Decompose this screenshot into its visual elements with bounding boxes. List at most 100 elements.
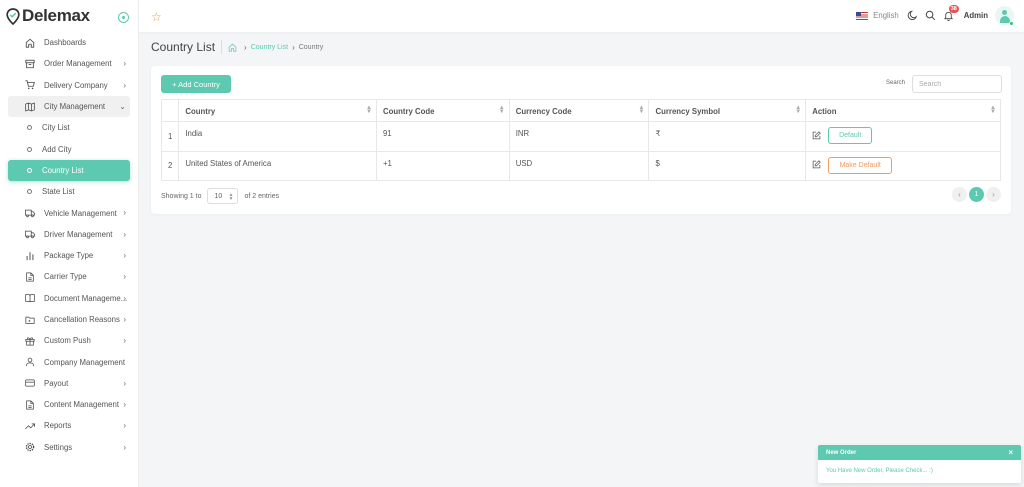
cell-country: India: [178, 121, 377, 152]
sidebar-item-cancellation-reasons[interactable]: Cancellation Reasons ›: [8, 309, 130, 330]
header-action[interactable]: Action ▲ ▼: [805, 99, 1001, 122]
sidebar-item-label: Cancellation Reasons: [44, 315, 120, 324]
gear-icon: [24, 442, 35, 453]
star-icon[interactable]: ☆: [151, 10, 162, 24]
book-icon: [24, 293, 35, 304]
circle-icon: [27, 167, 32, 173]
sidebar-item-state-list[interactable]: State List: [8, 181, 130, 202]
sidebar-item-payout[interactable]: Payout ›: [8, 373, 130, 394]
cell-country-code: +1: [375, 150, 510, 181]
sidebar-item-add-city[interactable]: Add City: [8, 138, 130, 159]
sidebar-item-city-management[interactable]: City Management ⌄: [8, 95, 130, 118]
circle-icon: [27, 125, 32, 131]
breadcrumb-link[interactable]: Country List: [251, 44, 288, 51]
sidebar-item-carrier-type[interactable]: Carrier Type ›: [8, 266, 130, 287]
cell-currency-symbol: $: [648, 150, 807, 181]
us-flag-icon[interactable]: [856, 11, 869, 20]
home-icon[interactable]: [228, 43, 237, 52]
chevron-right-icon: ›: [123, 293, 126, 303]
sidebar-item-content-management[interactable]: Content Management ›: [8, 394, 130, 415]
country-table: Country ▲ ▼ Country Code ▲ ▼ Currency Code ▲ ▼…: [160, 99, 1001, 181]
cell-currency-code: INR: [508, 121, 650, 152]
sidebar-item-company-management[interactable]: Company Management: [8, 351, 130, 372]
edit-icon[interactable]: [812, 130, 822, 141]
sidebar-item-label: Delivery Company: [44, 80, 108, 90]
sidebar-item-label: Settings: [44, 442, 73, 452]
sidebar-item-country-list[interactable]: Country List: [8, 159, 130, 182]
trending-up-icon: [24, 420, 35, 431]
avatar-body: [999, 16, 1010, 23]
sidebar-item-label: Company Management: [44, 357, 126, 367]
sidebar-item-label: Vehicle Management: [44, 208, 117, 218]
breadcrumb-separator: ›: [244, 42, 247, 52]
sidebar-item-document-management[interactable]: Document Manageme... ›: [8, 288, 130, 309]
page-size-select[interactable]: 10 ▲ ▼: [207, 188, 239, 204]
sidebar-item-label: Content Management: [44, 400, 119, 410]
make-default-button[interactable]: Make Default: [828, 156, 893, 174]
header-label: Currency Code: [515, 107, 572, 116]
sidebar-item-city-list[interactable]: City List: [8, 117, 130, 138]
header-country[interactable]: Country ▲ ▼: [178, 99, 377, 122]
user-name[interactable]: Admin: [964, 11, 988, 20]
sidebar-item-dashboards[interactable]: Dashboards: [8, 32, 130, 53]
chevron-right-icon: ›: [123, 250, 126, 260]
sidebar-toggle-icon[interactable]: [118, 12, 129, 23]
bell-icon[interactable]: 38: [943, 4, 959, 22]
cell-currency-code: USD: [508, 150, 650, 181]
archive-icon: [24, 58, 35, 69]
chevron-right-icon: ›: [123, 336, 126, 346]
edit-icon[interactable]: [812, 160, 822, 170]
next-page-button[interactable]: ›: [986, 187, 1001, 202]
table-row: 2 United States of America +1 USD $ Make…: [160, 150, 1001, 181]
avatar-head: [1002, 10, 1007, 15]
sidebar-item-package-type[interactable]: Package Type ›: [8, 245, 130, 266]
cell-country-code: 91: [375, 121, 510, 152]
sidebar-item-reports[interactable]: Reports ›: [8, 415, 130, 436]
header-currency-code[interactable]: Currency Code ▲ ▼: [508, 99, 650, 122]
row-index: 2: [160, 150, 180, 181]
page-size-value: 10: [214, 192, 223, 200]
chevron-right-icon: ›: [123, 208, 126, 218]
header-country-code[interactable]: Country Code ▲ ▼: [375, 99, 510, 122]
table-header-row: Country ▲ ▼ Country Code ▲ ▼ Currency Code ▲ ▼…: [160, 99, 1001, 122]
add-country-button[interactable]: + Add Country: [161, 75, 231, 93]
chevron-right-icon: ›: [123, 59, 126, 69]
row-actions: Make Default: [812, 156, 994, 174]
brand-logo: Delemax: [6, 6, 90, 26]
topbar-actions: English 38 Admin: [856, 4, 1014, 25]
moon-icon[interactable]: [907, 10, 919, 22]
chevron-right-icon: ›: [123, 229, 126, 239]
sidebar-item-label: Country List: [42, 165, 84, 175]
chevron-right-icon: ›: [123, 400, 126, 410]
cell-country: United States of America: [178, 150, 377, 181]
country-list-card: + Add Country Search Country ▲▼ Country C…: [151, 66, 1011, 214]
page-button[interactable]: 1: [969, 187, 984, 202]
close-icon[interactable]: ×: [1008, 448, 1013, 457]
sidebar-item-delivery-company[interactable]: Delivery Company ›: [8, 75, 130, 96]
sidebar-item-driver-management[interactable]: Driver Management ›: [8, 224, 130, 245]
sidebar-item-custom-push[interactable]: Custom Push ›: [8, 330, 130, 351]
chevron-right-icon: ›: [123, 314, 126, 324]
sidebar-item-label: Reports: [44, 421, 72, 431]
sort-icon: ▲ ▼: [638, 105, 645, 115]
header-currency-symbol[interactable]: Currency Symbol ▲ ▼: [648, 99, 807, 122]
header-label: Currency Symbol: [655, 107, 721, 116]
row-actions: Default: [812, 127, 994, 144]
map-icon: [24, 101, 35, 112]
cell-currency-symbol: ₹: [648, 121, 807, 152]
sidebar-item-label: Add City: [42, 144, 72, 154]
sort-icon: ▲ ▼: [498, 105, 505, 115]
search-icon[interactable]: [925, 10, 937, 22]
sidebar-item-vehicle-management[interactable]: Vehicle Management ›: [8, 202, 130, 223]
toast-message: You Have New Order, Please Check... :): [826, 468, 933, 474]
sidebar-item-order-management[interactable]: Order Management ›: [8, 53, 130, 74]
default-button[interactable]: Default: [828, 127, 873, 144]
prev-page-button[interactable]: ‹: [952, 187, 967, 202]
search-input[interactable]: [912, 75, 1002, 93]
language-selector[interactable]: English: [873, 11, 899, 20]
pagination: ‹ 1 ›: [950, 187, 1001, 202]
entries-label: of 2 entries: [244, 192, 280, 200]
sidebar-item-settings[interactable]: Settings ›: [8, 437, 130, 458]
page-title: Country List: [151, 40, 223, 54]
circle-icon: [27, 189, 32, 195]
